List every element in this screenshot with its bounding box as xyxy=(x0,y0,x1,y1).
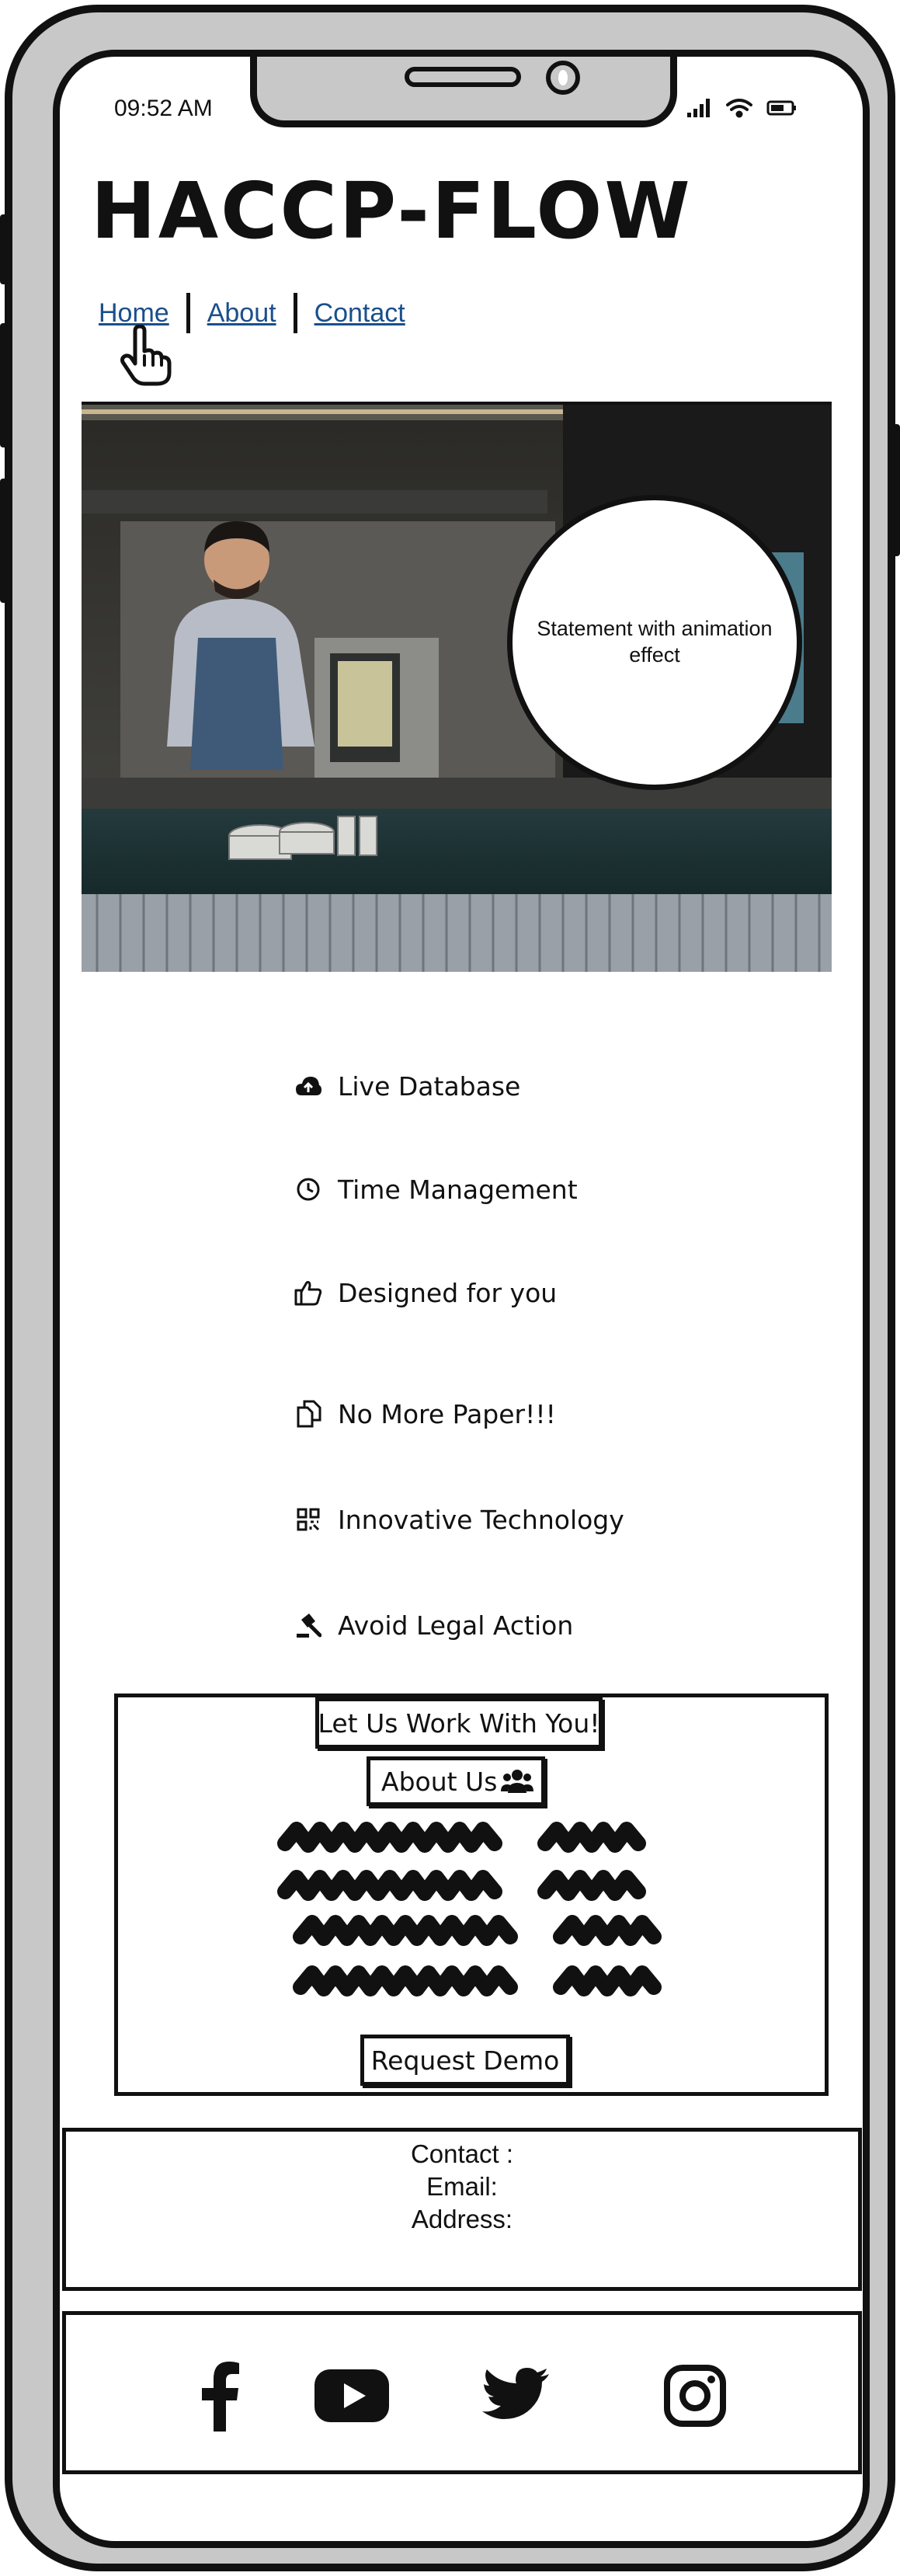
gavel-icon xyxy=(293,1610,324,1641)
feature-label: Innovative Technology xyxy=(338,1504,624,1535)
youtube-icon[interactable] xyxy=(314,2369,389,2422)
contact-section: Contact : Email: Address: xyxy=(62,2128,862,2291)
instagram-icon[interactable] xyxy=(664,2365,726,2427)
about-us-label: About Us xyxy=(381,1766,498,1797)
battery-icon xyxy=(766,100,796,116)
volume-down-button xyxy=(0,479,8,603)
work-with-you-button[interactable]: Let Us Work With You! xyxy=(315,1697,603,1749)
feature-item: Designed for you xyxy=(293,1273,557,1312)
qr-code-icon xyxy=(293,1504,324,1535)
statement-circle: Statement with animation effect xyxy=(507,495,802,790)
nav-about[interactable]: About xyxy=(207,298,276,329)
nav-separator xyxy=(293,293,297,333)
request-demo-button[interactable]: Request Demo xyxy=(360,2035,570,2086)
status-time: 09:52 AM xyxy=(114,96,213,121)
feature-label: Live Database xyxy=(338,1070,521,1102)
speaker xyxy=(405,67,521,87)
facebook-icon[interactable] xyxy=(198,2362,242,2432)
feature-label: Avoid Legal Action xyxy=(338,1610,574,1641)
feature-label: Designed for you xyxy=(338,1277,558,1308)
feature-item: Live Database xyxy=(293,1067,520,1105)
documents-icon xyxy=(293,1398,324,1429)
camera xyxy=(546,61,580,95)
feature-item: Innovative Technology xyxy=(293,1500,624,1539)
clock-icon xyxy=(293,1174,324,1205)
feature-item: Time Management xyxy=(293,1170,578,1209)
app-title: HACCP-FLOW xyxy=(91,165,693,256)
work-with-you-section: Let Us Work With You! About Us Request D… xyxy=(114,1694,829,2096)
users-icon xyxy=(501,1770,533,1793)
volume-up-button xyxy=(0,323,8,447)
placeholder-text-scribble xyxy=(277,1822,662,1996)
wifi-icon xyxy=(726,99,752,118)
twitter-icon[interactable] xyxy=(482,2368,549,2424)
status-icons xyxy=(687,99,796,118)
notch xyxy=(250,57,677,127)
signal-icon xyxy=(687,99,710,117)
hero-image: Statement with animation effect xyxy=(82,402,832,972)
mute-switch xyxy=(0,214,8,284)
cloud-upload-icon xyxy=(293,1070,324,1102)
contact-heading: Contact : xyxy=(410,2139,514,2168)
phone-frame: 09:52 AM HACCP-FLOW Home About Contact S… xyxy=(0,5,900,2571)
power-button xyxy=(892,424,900,556)
feature-item: No More Paper!!! xyxy=(293,1394,556,1433)
nav-contact[interactable]: Contact xyxy=(314,298,405,329)
address-label: Address: xyxy=(411,2205,513,2233)
about-us-button[interactable]: About Us xyxy=(367,1756,545,1806)
feature-label: Time Management xyxy=(338,1174,578,1205)
feature-label: No More Paper!!! xyxy=(338,1398,556,1429)
social-section xyxy=(62,2311,862,2474)
hand-pointer-icon xyxy=(120,325,172,386)
nav-separator xyxy=(186,293,190,333)
thumbs-up-icon xyxy=(293,1277,324,1308)
phone-screen: 09:52 AM HACCP-FLOW Home About Contact S… xyxy=(53,50,870,2548)
email-label: Email: xyxy=(426,2172,498,2201)
feature-item: Avoid Legal Action xyxy=(293,1606,573,1645)
nav-home[interactable]: Home xyxy=(99,298,169,329)
